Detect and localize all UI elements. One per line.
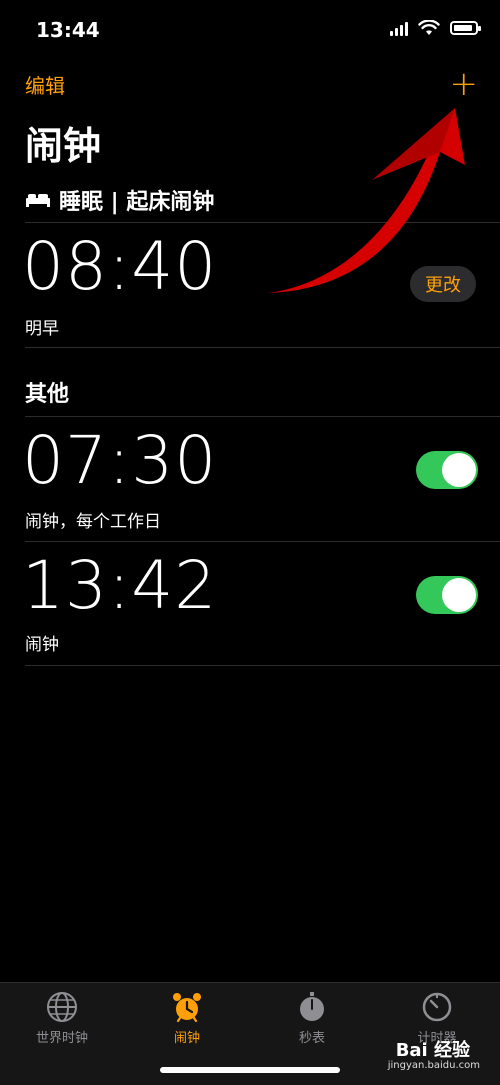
status-time: 13:44 (36, 18, 100, 42)
status-bar: 13:44 (0, 0, 500, 60)
globe-icon (47, 992, 77, 1022)
watermark-text: Bai 经验 (395, 1040, 470, 1061)
tab-label: 闹钟 (173, 1031, 200, 1046)
alarm-clock-icon (173, 993, 201, 1023)
alarm-label: 闹钟，每个工作日 (25, 512, 161, 532)
add-alarm-button[interactable]: + (450, 64, 479, 104)
battery-icon (450, 21, 481, 35)
tab-label: 秒表 (298, 1031, 325, 1046)
cellular-signal-icon (390, 20, 408, 36)
alarm-label: 明早 (25, 319, 59, 339)
divider (25, 222, 500, 223)
divider (25, 347, 500, 348)
toggle-knob (442, 453, 476, 487)
status-icons (390, 20, 481, 36)
alarm-label: 闹钟 (25, 635, 59, 655)
tab-world-clock[interactable]: 世界时钟 (12, 991, 112, 1046)
alarm-time: 08:40 (22, 228, 218, 305)
page-title: 闹钟 (25, 124, 102, 168)
divider (25, 416, 500, 417)
tab-label: 世界时钟 (35, 1031, 88, 1046)
timer-icon (422, 992, 452, 1022)
alarm-time: 13:42 (22, 547, 218, 624)
sleep-section-header: 睡眠 | 起床闹钟 (25, 184, 214, 216)
stopwatch-icon (300, 992, 324, 1021)
tab-alarm[interactable]: 闹钟 (137, 991, 237, 1046)
divider (25, 665, 500, 666)
wifi-icon (418, 20, 440, 35)
other-section-title: 其他 (25, 382, 70, 407)
home-indicator[interactable] (160, 1067, 340, 1073)
alarm-toggle[interactable] (416, 576, 478, 614)
change-button[interactable]: 更改 (410, 266, 476, 302)
edit-button[interactable]: 编辑 (25, 70, 65, 99)
alarm-time: 07:30 (22, 422, 218, 499)
watermark-url: jingyan.baidu.com (387, 1060, 480, 1071)
alarm-toggle[interactable] (416, 451, 478, 489)
bed-icon (26, 194, 50, 207)
tab-stopwatch[interactable]: 秒表 (262, 991, 362, 1046)
divider (25, 541, 500, 542)
sleep-section-title: 睡眠 | 起床闹钟 (59, 190, 215, 215)
toggle-knob (442, 578, 476, 612)
